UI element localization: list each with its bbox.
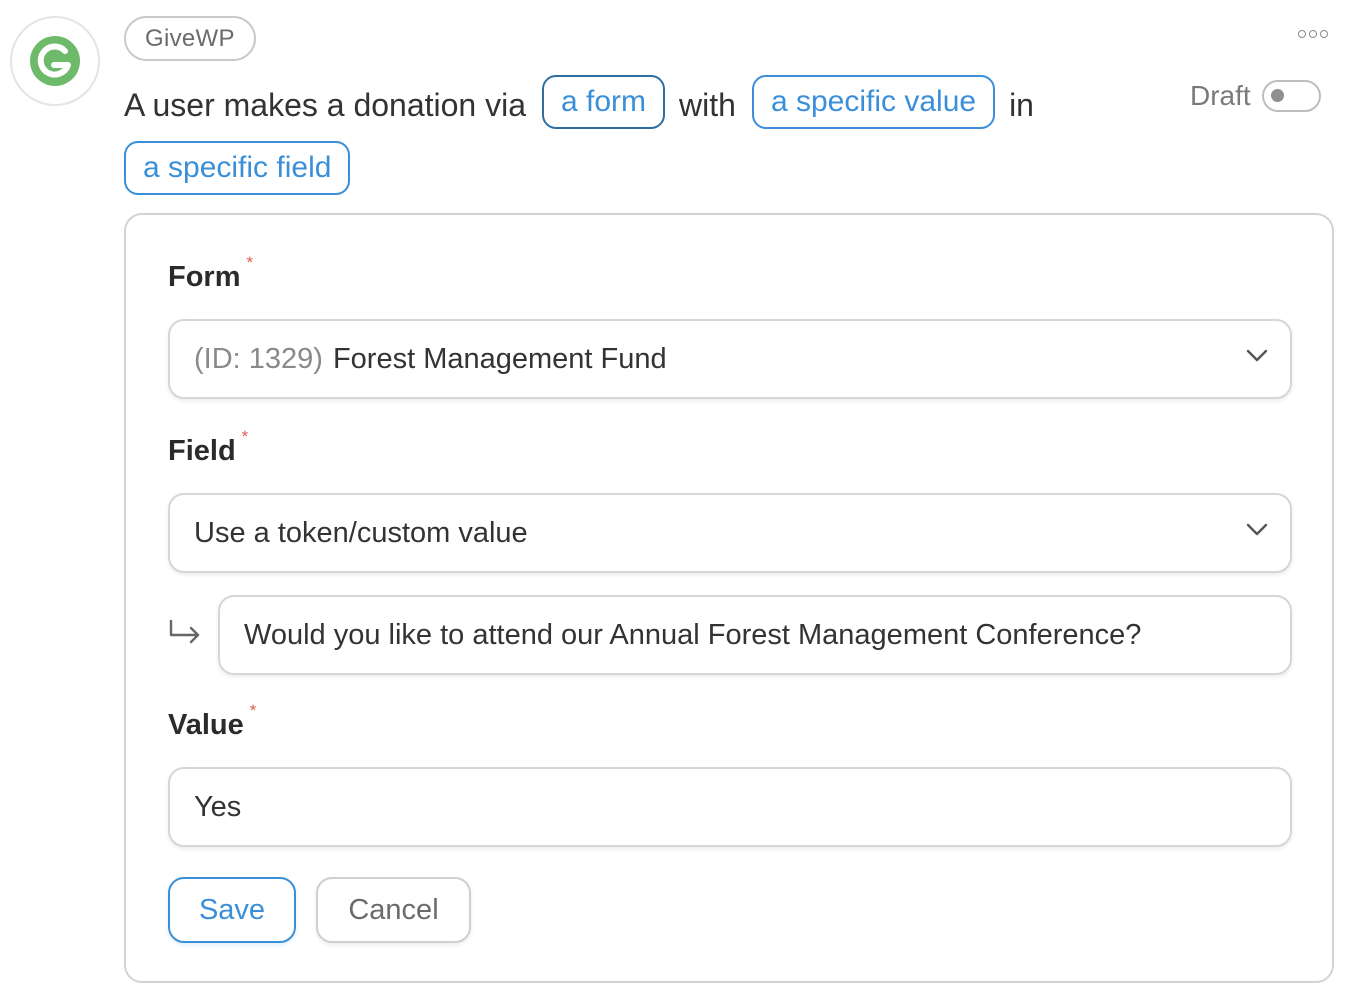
- save-button[interactable]: Save: [168, 877, 296, 943]
- token-value[interactable]: a specific value: [751, 75, 996, 129]
- status-label: Draft: [1190, 80, 1251, 111]
- recipe-status: Draft: [1190, 80, 1321, 112]
- value-input[interactable]: Yes: [168, 767, 1292, 847]
- chevron-down-icon: [1246, 523, 1268, 536]
- field-selected: Use a token/custom value: [194, 516, 528, 549]
- sentence-text: in: [1009, 87, 1034, 124]
- required-mark: *: [249, 701, 257, 720]
- sub-item-arrow-icon: [169, 619, 200, 644]
- form-label: Form *: [168, 253, 254, 293]
- form-id: (ID: 1329): [194, 342, 323, 375]
- custom-value-input[interactable]: Would you like to attend our Annual Fore…: [218, 595, 1292, 675]
- field-select[interactable]: Use a token/custom value: [168, 493, 1292, 573]
- token-field[interactable]: a specific field: [124, 141, 351, 195]
- status-toggle[interactable]: [1261, 80, 1321, 112]
- form-select[interactable]: (ID: 1329) Forest Management Fund: [168, 319, 1292, 399]
- token-form[interactable]: a form: [542, 75, 666, 129]
- cancel-button[interactable]: Cancel: [316, 877, 471, 943]
- givewp-logo: [10, 16, 100, 106]
- more-options-icon[interactable]: [1298, 30, 1328, 38]
- integration-badge: GiveWP: [124, 16, 256, 61]
- required-mark: *: [241, 427, 249, 446]
- sentence-text: with: [679, 87, 736, 124]
- sentence-text: A user makes a donation via: [124, 87, 527, 124]
- chevron-down-icon: [1246, 349, 1268, 362]
- value-label: Value *: [168, 701, 257, 741]
- required-mark: *: [246, 253, 254, 272]
- field-settings-panel: Form * (ID: 1329) Forest Management Fund …: [124, 213, 1334, 983]
- trigger-sentence: A user makes a donation via a form with a s…: [124, 75, 1144, 207]
- givewp-logo-icon: [30, 36, 80, 86]
- trigger-editor: GiveWP Draft A user makes a donation via…: [0, 0, 1364, 998]
- field-label: Field *: [168, 427, 249, 467]
- form-name: Forest Management Fund: [332, 342, 667, 375]
